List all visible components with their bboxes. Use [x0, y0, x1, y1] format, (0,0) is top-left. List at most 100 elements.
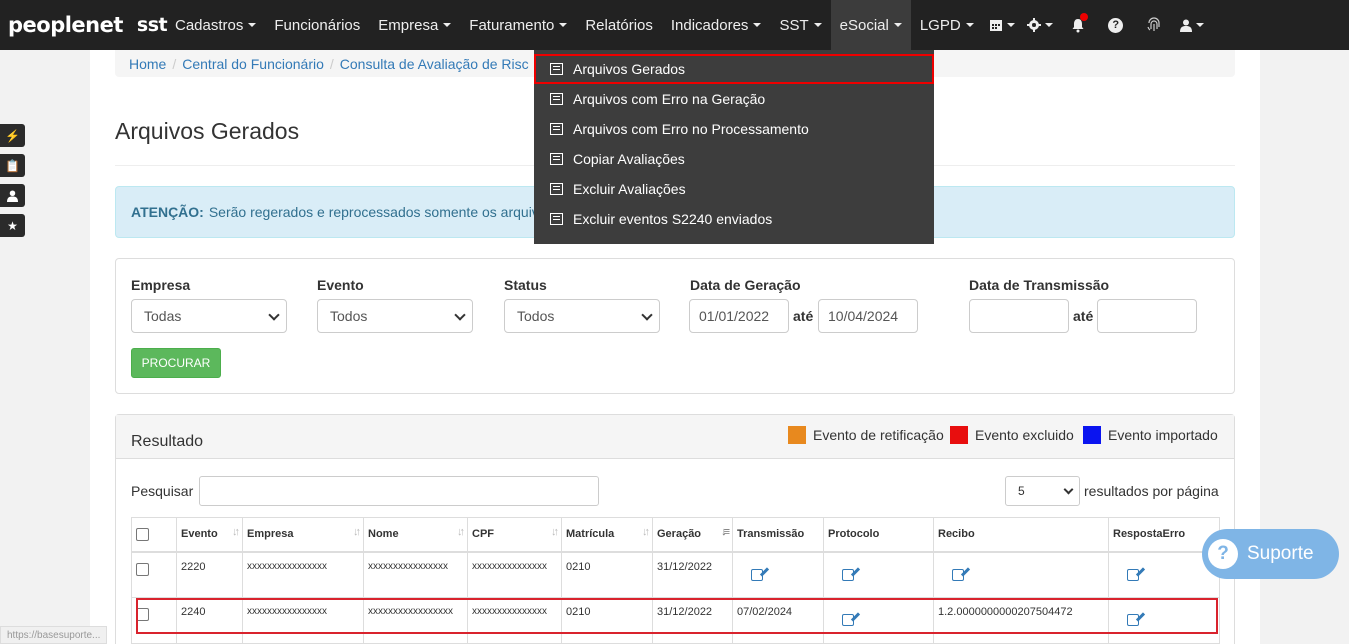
- col-label: Matrícula: [566, 528, 615, 541]
- nav-label: Empresa: [378, 16, 439, 34]
- settings-menu[interactable]: [1021, 0, 1059, 50]
- nav-label: LGPD: [919, 16, 961, 34]
- alert-text: Serão regerados e reprocessados somente …: [208, 204, 539, 220]
- col-recibo[interactable]: Recibo: [933, 517, 1109, 553]
- nav-cadastros[interactable]: Cadastros: [166, 0, 265, 50]
- nav-funcionarios[interactable]: Funcionários: [265, 0, 369, 50]
- menu-item-label: Arquivos com Erro no Processamento: [573, 121, 809, 137]
- support-button[interactable]: ? Suporte: [1202, 529, 1339, 579]
- data-geracao-to-input[interactable]: 10/04/2024: [818, 299, 918, 333]
- notifications-button[interactable]: [1059, 0, 1097, 50]
- nav-label: SST: [779, 16, 809, 34]
- list-icon: [550, 213, 563, 225]
- clipboard-icon: 📋: [5, 158, 20, 173]
- col-matricula[interactable]: Matrícula ↓↑: [561, 517, 653, 553]
- chevron-down-icon: [454, 309, 466, 321]
- esocial-dropdown-menu: Arquivos Gerados Arquivos com Erro na Ge…: [534, 50, 934, 244]
- edit-icon[interactable]: [842, 568, 854, 581]
- col-geracao[interactable]: Geração ↓≡: [652, 517, 733, 553]
- procurar-button[interactable]: PROCURAR: [131, 348, 221, 378]
- edit-icon[interactable]: [842, 614, 854, 626]
- col-label: Evento: [181, 528, 218, 541]
- menu-item-excluir-avaliacoes[interactable]: Excluir Avaliações: [534, 174, 934, 204]
- caret-down-icon: [893, 23, 902, 27]
- col-nome[interactable]: Nome ↓↑: [363, 517, 468, 553]
- cell-nome: xxxxxxxxxxxxxxxxx: [363, 597, 468, 644]
- brand-product: sst: [136, 14, 168, 36]
- legend-swatch: [788, 426, 806, 444]
- menu-item-arquivos-erro-processamento[interactable]: Arquivos com Erro no Processamento: [534, 114, 934, 144]
- pesquisar-input[interactable]: [199, 476, 599, 506]
- cell-recibo: 1.2.0000000000207504472: [933, 597, 1109, 644]
- cell-protocolo: [823, 597, 934, 644]
- list-icon: [550, 123, 563, 135]
- help-button[interactable]: ?: [1097, 0, 1135, 50]
- edit-icon[interactable]: [751, 568, 763, 581]
- menu-item-excluir-eventos-s2240[interactable]: Excluir eventos S2240 enviados: [534, 204, 934, 234]
- select-all-checkbox[interactable]: [136, 527, 149, 541]
- menu-item-label: Arquivos com Erro na Geração: [573, 91, 766, 107]
- table-row: 2240 xxxxxxxxxxxxxxxx xxxxxxxxxxxxxxxxx …: [131, 597, 1220, 644]
- evento-select[interactable]: Todos: [317, 299, 473, 333]
- empresa-select[interactable]: Todas: [131, 299, 287, 333]
- col-cpf[interactable]: CPF ↓↑: [467, 517, 562, 553]
- per-page-select[interactable]: 5: [1005, 476, 1080, 506]
- quick-action-user[interactable]: [0, 184, 25, 207]
- row-checkbox[interactable]: [136, 562, 149, 576]
- breadcrumb-consulta-avaliacao[interactable]: Consulta de Avaliação de Risc: [340, 56, 529, 72]
- cell-geracao: 31/12/2022: [652, 597, 733, 644]
- nav-sst[interactable]: SST: [770, 0, 830, 50]
- quick-action-star[interactable]: ★: [0, 214, 25, 237]
- col-label: Protocolo: [828, 528, 880, 541]
- sort-icon: ↓↑: [353, 526, 361, 538]
- data-transmissao-to-input[interactable]: [1097, 299, 1197, 333]
- notification-badge: [1079, 13, 1088, 21]
- edit-icon[interactable]: [1127, 614, 1139, 626]
- brand-logo[interactable]: peoplenet sst: [0, 0, 168, 50]
- fingerprint-button[interactable]: [1135, 0, 1173, 50]
- col-evento[interactable]: Evento ↓↑: [176, 517, 243, 553]
- chevron-down-icon: [268, 309, 280, 321]
- chevron-down-icon: [1063, 484, 1074, 495]
- caret-down-icon: [1195, 23, 1204, 27]
- edit-icon[interactable]: [952, 568, 964, 581]
- result-title: Resultado: [131, 433, 204, 450]
- data-geracao-from-input[interactable]: 01/01/2022: [689, 299, 789, 333]
- nav-empresa[interactable]: Empresa: [369, 0, 460, 50]
- col-empresa[interactable]: Empresa ↓↑: [242, 517, 364, 553]
- breadcrumb-home[interactable]: Home: [129, 56, 166, 72]
- quick-action-clipboard[interactable]: 📋: [0, 154, 25, 177]
- cell-transmissao: [732, 551, 824, 598]
- cell-evento: 2220: [176, 551, 243, 598]
- col-label: RespostaErro: [1113, 528, 1186, 541]
- cell-empresa: xxxxxxxxxxxxxxxx: [242, 597, 364, 644]
- nav-lgpd[interactable]: LGPD: [911, 0, 983, 50]
- col-protocolo[interactable]: Protocolo: [823, 517, 934, 553]
- nav-faturamento[interactable]: Faturamento: [460, 0, 576, 50]
- menu-item-label: Excluir Avaliações: [573, 181, 686, 197]
- row-checkbox[interactable]: [136, 608, 149, 621]
- user-menu[interactable]: [1173, 0, 1211, 50]
- cell-empresa: xxxxxxxxxxxxxxxx: [242, 551, 364, 598]
- edit-icon[interactable]: [1127, 568, 1139, 581]
- user-icon: [1179, 19, 1192, 32]
- status-select[interactable]: Todos: [504, 299, 660, 333]
- data-transmissao-from-input[interactable]: [969, 299, 1069, 333]
- menu-item-arquivos-erro-geracao[interactable]: Arquivos com Erro na Geração: [534, 84, 934, 114]
- breadcrumb-central-funcionario[interactable]: Central do Funcionário: [182, 56, 324, 72]
- data-transmissao-ate-label: até: [1073, 308, 1094, 324]
- cell-matricula: 0210: [561, 551, 653, 598]
- data-geracao-label: Data de Geração: [690, 277, 801, 293]
- cell-cpf: xxxxxxxxxxxxxxx: [467, 597, 562, 644]
- legend-excluido: Evento excluido: [950, 426, 1074, 444]
- nav-esocial[interactable]: eSocial: [830, 0, 911, 50]
- menu-item-copiar-avaliacoes[interactable]: Copiar Avaliações: [534, 144, 934, 174]
- nav-label: Cadastros: [175, 16, 244, 34]
- menu-item-arquivos-gerados[interactable]: Arquivos Gerados: [534, 54, 934, 84]
- col-label: Nome: [368, 528, 399, 541]
- col-transmissao[interactable]: Transmissão: [732, 517, 824, 553]
- calendar-menu[interactable]: [983, 0, 1021, 50]
- nav-relatorios[interactable]: Relatórios: [576, 0, 662, 50]
- quick-action-lightning[interactable]: ⚡: [0, 124, 25, 147]
- nav-indicadores[interactable]: Indicadores: [662, 0, 771, 50]
